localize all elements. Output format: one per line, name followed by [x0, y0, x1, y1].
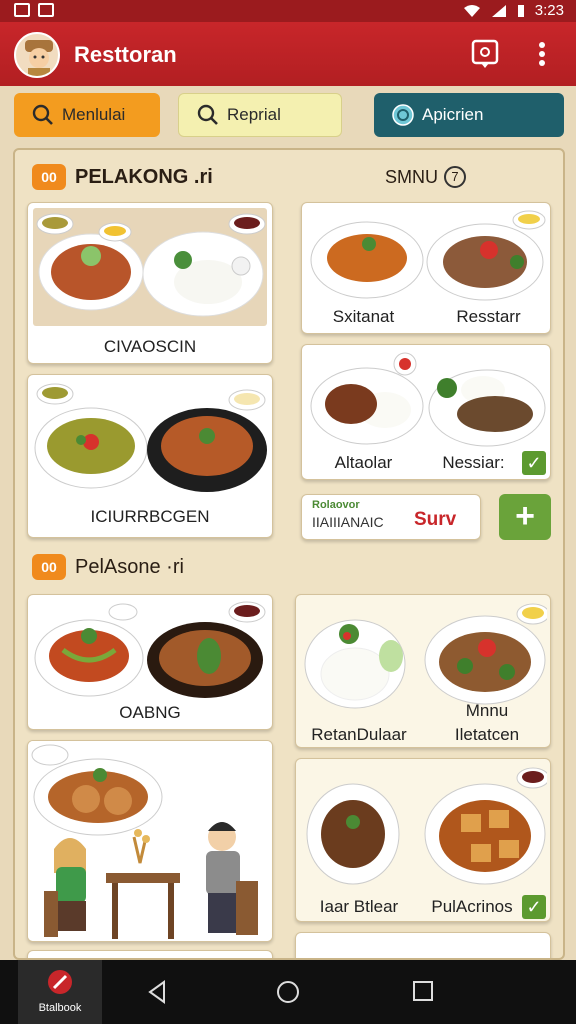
chip-reprial[interactable]: Reprial [178, 93, 342, 137]
dish-label: Altaolar [334, 453, 393, 472]
dining-illustration [28, 741, 272, 941]
content-panel: 00 PELAKONG .ri SMNU 7 CIVAOSCIN ICIURRB… [13, 148, 565, 960]
dish-image [307, 208, 546, 302]
dish-card[interactable]: RetanDulaar Mnnu Iletatcen [295, 594, 551, 748]
promo-accent-text: Surv [414, 509, 457, 530]
section-title: PELAKONG .ri [75, 166, 213, 188]
section-badge: 00 [32, 554, 66, 580]
dish-label: Resstarr [456, 307, 521, 326]
dish-card[interactable] [27, 950, 273, 958]
dish-label: Nessiar: [442, 453, 505, 472]
info-icon[interactable]: 7 [444, 166, 466, 188]
add-button[interactable]: + [499, 494, 551, 540]
chip-menlulai[interactable]: Menlulai [14, 93, 160, 137]
dish-card[interactable]: CIVAOSCIN [27, 202, 273, 364]
dining-illustration-card[interactable] [27, 740, 273, 942]
dish-label: CIVAOSCIN [103, 337, 197, 356]
wifi-icon [463, 4, 480, 17]
dish-image [307, 350, 546, 448]
notification-icon [14, 3, 30, 17]
battery-icon [517, 4, 524, 17]
dish-image [33, 600, 267, 698]
dish-card[interactable]: Iaar Btlear PulAcrinos ✓ [295, 758, 551, 922]
section-badge: 00 [32, 164, 66, 190]
globe-icon [392, 104, 414, 126]
more-options-icon[interactable] [532, 38, 552, 70]
recents-icon[interactable] [412, 980, 434, 1002]
dish-card[interactable] [295, 932, 551, 958]
home-icon[interactable] [276, 980, 300, 1004]
dish-image [33, 380, 267, 498]
image-notification-icon [38, 3, 54, 17]
back-icon[interactable] [146, 980, 168, 1004]
dish-label: ICIURRBCGEN [90, 507, 210, 526]
promo-small-text: Rolaovor [312, 499, 360, 511]
dish-label: PulAcrinos [431, 897, 513, 916]
promo-main-text: IIAIIIANAIC [312, 514, 384, 530]
check-icon[interactable]: ✓ [522, 451, 546, 475]
dish-card[interactable]: ICIURRBCGEN [27, 374, 273, 538]
dish-label: Mnnu [465, 701, 509, 720]
search-icon [197, 104, 218, 125]
status-bar: 3:23 [0, 0, 576, 22]
app-bar: Resttoran [0, 22, 576, 86]
dish-card[interactable]: Sxitanat Resstarr [301, 202, 551, 334]
home-shortcut[interactable]: Btalbook [18, 960, 102, 1024]
filter-chips: Menlulai Reprial Apicrien [0, 86, 576, 146]
home-shortcut-label: Btalbook [38, 1002, 82, 1014]
section-title: PelAsone ·ri [75, 556, 184, 578]
dish-card[interactable]: Altaolar Nessiar: ✓ [301, 344, 551, 480]
bookmark-icon[interactable] [470, 38, 500, 70]
dish-card[interactable]: OABNG [27, 594, 273, 730]
promo-banner[interactable]: Rolaovor IIAIIIANAIC Surv [301, 494, 481, 540]
avatar[interactable] [14, 32, 60, 78]
app-logo-icon [48, 970, 72, 994]
chip-apicrien[interactable]: Apicrien [374, 93, 564, 137]
dish-label: OABNG [119, 703, 181, 722]
search-icon [32, 104, 53, 125]
dish-label: RetanDulaar [311, 725, 407, 744]
status-time: 3:23 [534, 2, 564, 19]
signal-icon [491, 4, 506, 17]
dish-label: Iaar Btlear [319, 897, 399, 916]
navigation-bar: Btalbook [0, 960, 576, 1024]
dish-image [301, 764, 550, 890]
dish-label: Iletatcen [454, 725, 520, 744]
app-title: Resttoran [74, 42, 177, 67]
dish-image [33, 208, 267, 326]
dish-label: Sxitanat [332, 307, 395, 326]
menu-side-title: SMNU 7 [385, 166, 466, 188]
check-icon[interactable]: ✓ [522, 895, 546, 919]
